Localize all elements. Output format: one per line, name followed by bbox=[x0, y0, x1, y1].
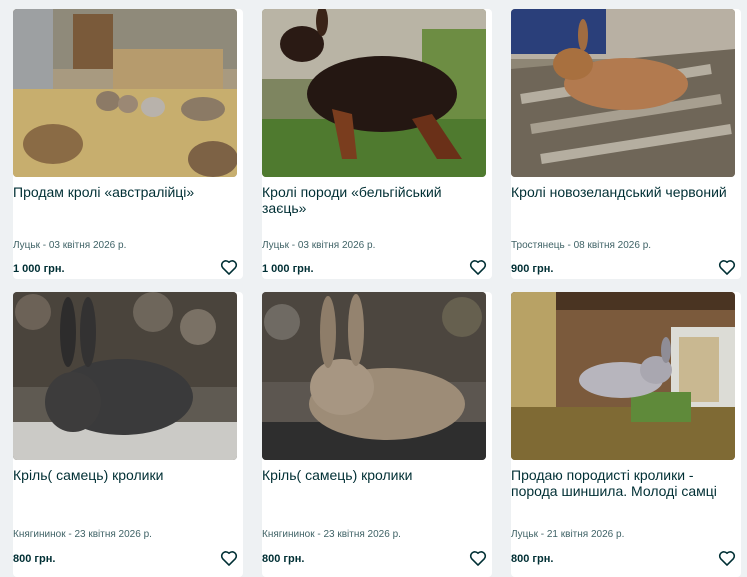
heart-outline-icon[interactable] bbox=[468, 257, 488, 277]
listing-location-date: Княгининок - 23 квітня 2026 р. bbox=[13, 529, 152, 540]
heart-outline-icon[interactable] bbox=[468, 548, 488, 568]
listing-location-date: Тростянець - 08 квітня 2026 р. bbox=[511, 240, 652, 251]
listing-price: 900 грн. bbox=[511, 263, 554, 275]
listing-price: 1 000 грн. bbox=[262, 263, 314, 275]
heart-outline-icon[interactable] bbox=[717, 548, 737, 568]
listing-title[interactable]: Кролі новозеландський червоний bbox=[511, 184, 735, 200]
listing-photo[interactable] bbox=[511, 9, 735, 177]
listing-price: 800 грн. bbox=[262, 553, 305, 565]
listing-location-date: Луцьк - 03 квітня 2026 р. bbox=[13, 240, 127, 251]
listing-title[interactable]: Продаю породисті кролики - порода шиншил… bbox=[511, 467, 735, 499]
listing-card[interactable]: Кролі породи «бельгійський заєць» Луцьк … bbox=[262, 9, 492, 279]
listing-card[interactable]: Кролі новозеландський червоний Тростянец… bbox=[511, 9, 741, 279]
listing-photo[interactable] bbox=[511, 292, 735, 460]
listing-card[interactable]: Кріль( самець) кролики Княгининок - 23 к… bbox=[262, 292, 492, 577]
heart-outline-icon[interactable] bbox=[717, 257, 737, 277]
listing-photo[interactable] bbox=[13, 292, 237, 460]
listing-location-date: Луцьк - 21 квітня 2026 р. bbox=[511, 529, 625, 540]
listing-title[interactable]: Кролі породи «бельгійський заєць» bbox=[262, 184, 486, 216]
listing-title[interactable]: Продам кролі «австралійці» bbox=[13, 184, 237, 200]
listing-title[interactable]: Кріль( самець) кролики bbox=[262, 467, 486, 483]
listing-card[interactable]: Продаю породисті кролики - порода шиншил… bbox=[511, 292, 741, 577]
listing-price: 800 грн. bbox=[13, 553, 56, 565]
listing-photo[interactable] bbox=[262, 292, 486, 460]
listing-card[interactable]: Кріль( самець) кролики Княгининок - 23 к… bbox=[13, 292, 243, 577]
heart-outline-icon[interactable] bbox=[219, 257, 239, 277]
listing-photo[interactable] bbox=[262, 9, 486, 177]
listing-price: 800 грн. bbox=[511, 553, 554, 565]
listing-photo[interactable] bbox=[13, 9, 237, 177]
listing-location-date: Луцьк - 03 квітня 2026 р. bbox=[262, 240, 376, 251]
listing-card[interactable]: Продам кролі «австралійці» Луцьк - 03 кв… bbox=[13, 9, 243, 279]
listing-title[interactable]: Кріль( самець) кролики bbox=[13, 467, 237, 483]
listing-price: 1 000 грн. bbox=[13, 263, 65, 275]
listing-location-date: Княгининок - 23 квітня 2026 р. bbox=[262, 529, 401, 540]
heart-outline-icon[interactable] bbox=[219, 548, 239, 568]
